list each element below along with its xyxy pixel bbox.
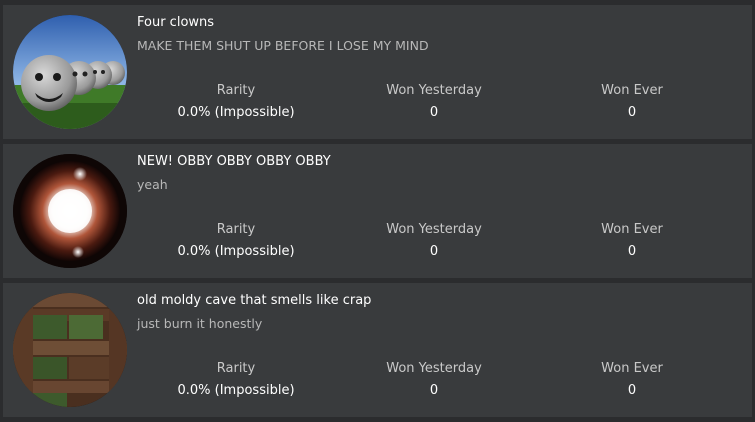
badge-card[interactable]: NEW! OBBY OBBY OBBY OBBY yeah Rarity 0.0…	[3, 144, 752, 278]
badge-card[interactable]: Four clowns MAKE THEM SHUT UP BEFORE I L…	[3, 5, 752, 139]
rarity-label: Rarity	[216, 83, 256, 98]
badge-card[interactable]: old moldy cave that smells like crap jus…	[3, 283, 752, 417]
badge-title[interactable]: Four clowns	[137, 15, 214, 30]
badge-thumbnail-wood-bricks-image[interactable]	[13, 293, 127, 407]
badge-title[interactable]: old moldy cave that smells like crap	[137, 293, 371, 308]
badge-thumbnail-glowing-orb-image[interactable]	[13, 154, 127, 268]
won-yesterday-value: 0	[429, 383, 439, 398]
won-ever-stat: Won Ever 0	[552, 361, 712, 399]
rarity-label: Rarity	[216, 361, 256, 376]
won-ever-label: Won Ever	[601, 361, 663, 376]
wood-bricks-image	[13, 293, 127, 407]
won-ever-value: 0	[627, 244, 637, 259]
rarity-stat: Rarity 0.0% (Impossible)	[156, 222, 316, 260]
won-yesterday-label: Won Yesterday	[386, 83, 482, 98]
won-yesterday-label: Won Yesterday	[386, 361, 482, 376]
won-yesterday-value: 0	[429, 244, 439, 259]
won-yesterday-stat: Won Yesterday 0	[354, 83, 514, 121]
won-ever-value: 0	[627, 383, 637, 398]
won-ever-stat: Won Ever 0	[552, 83, 712, 121]
rarity-stat: Rarity 0.0% (Impossible)	[156, 83, 316, 121]
badge-thumbnail-clown-balls-image[interactable]	[13, 15, 127, 129]
rarity-value: 0.0% (Impossible)	[177, 244, 295, 259]
won-yesterday-value: 0	[429, 105, 439, 120]
won-yesterday-label: Won Yesterday	[386, 222, 482, 237]
rarity-value: 0.0% (Impossible)	[177, 105, 295, 120]
won-yesterday-stat: Won Yesterday 0	[354, 222, 514, 260]
badge-title[interactable]: NEW! OBBY OBBY OBBY OBBY	[137, 154, 331, 169]
badge-description: MAKE THEM SHUT UP BEFORE I LOSE MY MIND	[137, 38, 429, 53]
glowing-orb-image	[13, 154, 127, 268]
rarity-stat: Rarity 0.0% (Impossible)	[156, 361, 316, 399]
won-yesterday-stat: Won Yesterday 0	[354, 361, 514, 399]
badge-list: Four clowns MAKE THEM SHUT UP BEFORE I L…	[3, 5, 752, 422]
badge-description: yeah	[137, 177, 168, 192]
badge-description: just burn it honestly	[137, 316, 263, 331]
won-ever-label: Won Ever	[601, 222, 663, 237]
won-ever-value: 0	[627, 105, 637, 120]
rarity-label: Rarity	[216, 222, 256, 237]
won-ever-stat: Won Ever 0	[552, 222, 712, 260]
won-ever-label: Won Ever	[601, 83, 663, 98]
clown-balls-image	[13, 15, 127, 129]
rarity-value: 0.0% (Impossible)	[177, 383, 295, 398]
